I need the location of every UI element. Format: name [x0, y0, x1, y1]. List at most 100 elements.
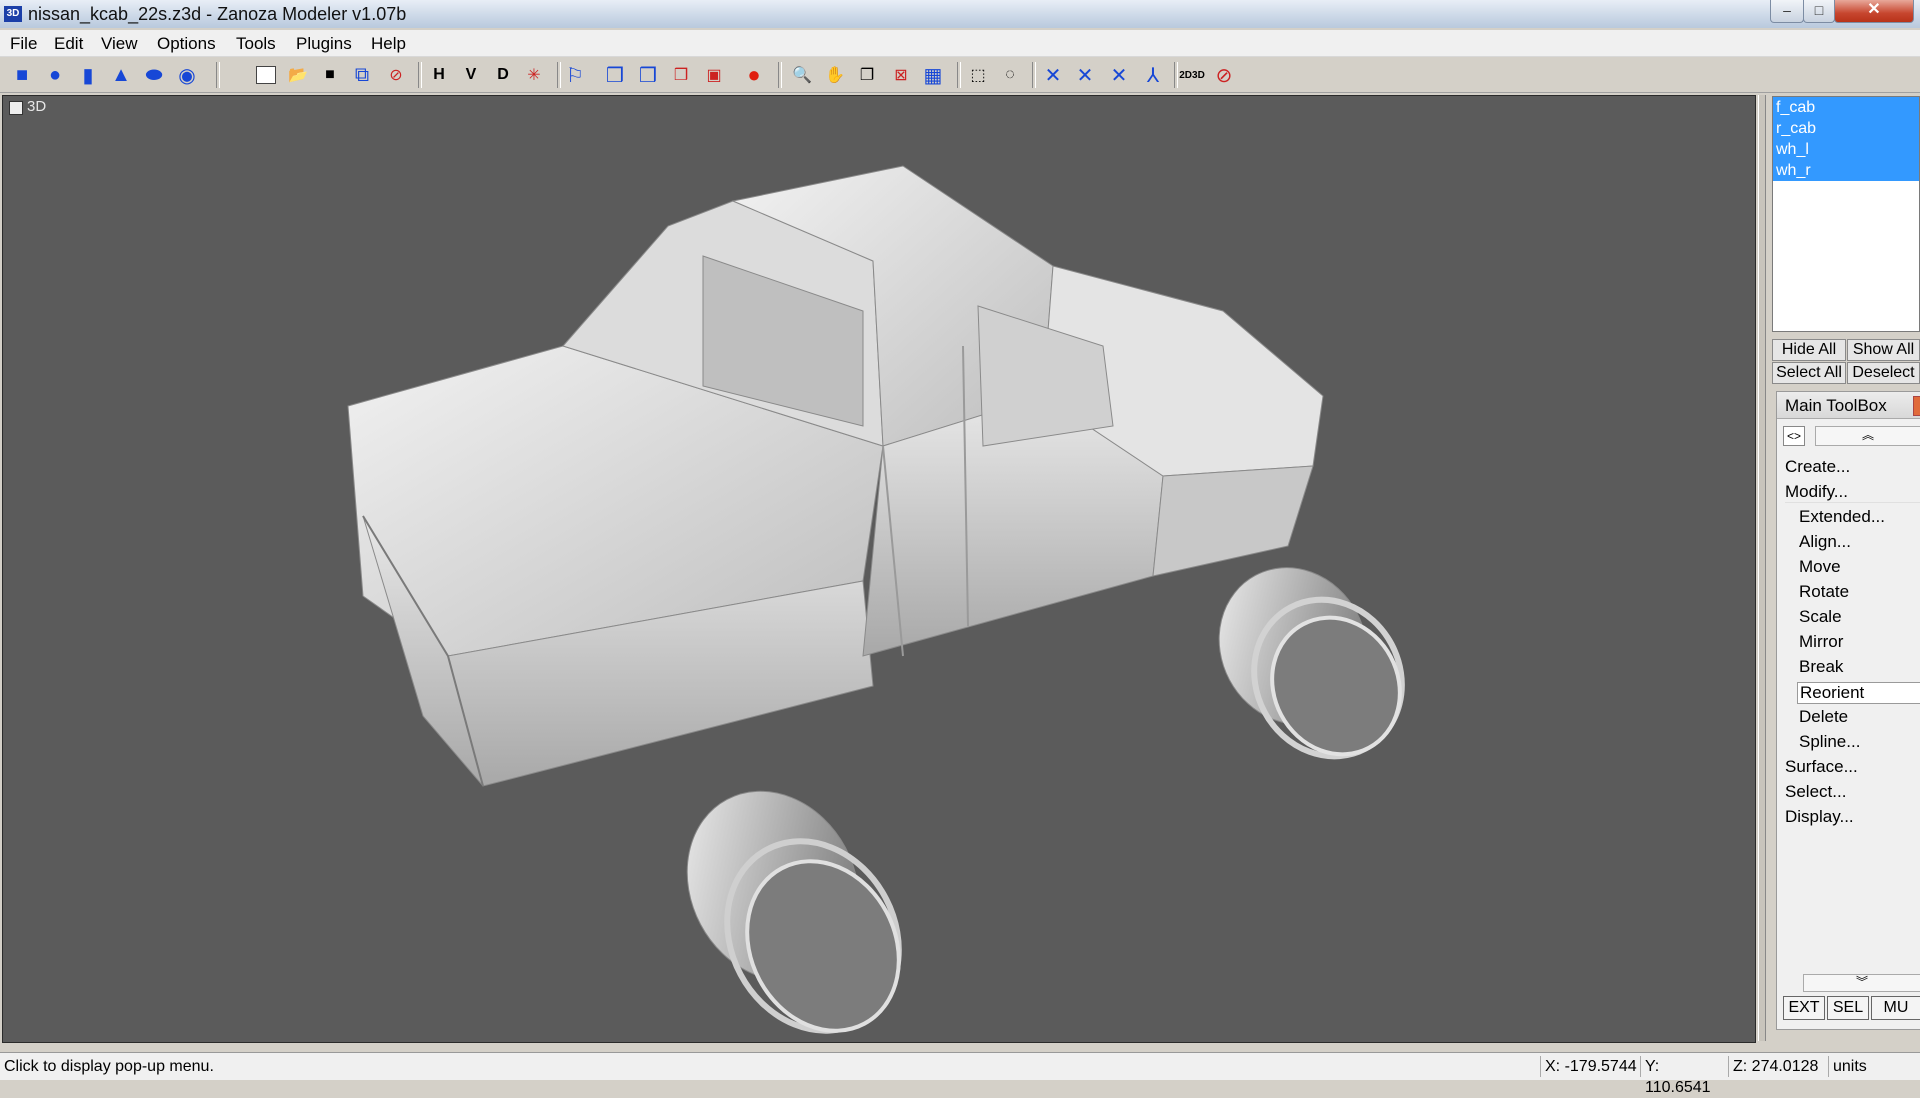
toolbox-surface[interactable]: Surface...: [1785, 757, 1858, 777]
toolbox-modify[interactable]: Modify...: [1785, 482, 1920, 503]
toolbar: ■ ● ▮ ▲ ⬬ ◉ 📂 ■ ⧉ ⊘ H V D ✳ ⚐ ❒ ❒ ❒ ▣ ● …: [0, 58, 1920, 93]
model-scene: [347, 165, 1405, 1034]
toolbox-delete[interactable]: Delete: [1799, 707, 1848, 727]
scroll-up-icon[interactable]: ︽: [1815, 426, 1920, 446]
truck-body: [347, 165, 1324, 787]
close-file-icon[interactable]: ⊘: [384, 63, 408, 87]
app-icon: 3D: [4, 6, 22, 22]
sel-button[interactable]: SEL: [1827, 996, 1869, 1020]
toolbox-create[interactable]: Create...: [1785, 457, 1850, 477]
box-icon[interactable]: ■: [10, 63, 34, 87]
view-front-icon[interactable]: ❒: [603, 63, 627, 87]
mu-button[interactable]: MU: [1871, 996, 1920, 1020]
units-label: units: [1828, 1056, 1919, 1077]
no-icon[interactable]: ⊘: [1212, 63, 1236, 87]
maximize-button[interactable]: □: [1803, 0, 1835, 23]
camera-icon[interactable]: ▦: [921, 63, 945, 87]
show-all-button[interactable]: Show All: [1847, 339, 1920, 361]
toolbox-align[interactable]: Align...: [1799, 532, 1851, 552]
d-button[interactable]: D: [491, 63, 515, 87]
axis-cross-icon[interactable]: ✳: [522, 63, 546, 87]
zoom-icon[interactable]: 🔍: [790, 63, 814, 87]
list-item[interactable]: r_cab: [1773, 118, 1919, 139]
axis-icon[interactable]: ⅄: [1141, 63, 1165, 87]
pan-icon[interactable]: ✋: [823, 63, 847, 87]
list-item[interactable]: f_cab: [1773, 97, 1919, 118]
title-bar: 3D nissan_kcab_22s.z3d - Zanoza Modeler …: [0, 0, 1920, 28]
sphere-icon[interactable]: ●: [43, 63, 67, 87]
toolbox-select[interactable]: Select...: [1785, 782, 1846, 802]
menu-view[interactable]: View: [101, 34, 138, 54]
toolbox-rotate[interactable]: Rotate: [1799, 582, 1849, 602]
front-wheel: [1218, 567, 1405, 760]
y-coordinate: Y: 110.6541: [1640, 1056, 1729, 1096]
select-circle-icon[interactable]: ◌: [998, 63, 1022, 87]
select-region-icon[interactable]: ⬚: [966, 63, 990, 87]
view-cube-icon[interactable]: ❐: [855, 63, 879, 87]
view-side-icon[interactable]: ❒: [636, 63, 660, 87]
toolbar-separator: [1032, 62, 1036, 88]
label-2d3d-icon[interactable]: 2D3D: [1179, 63, 1205, 87]
toolbox-header: Main ToolBox: [1777, 392, 1920, 419]
toolbar-separator: [557, 62, 561, 88]
cone-icon[interactable]: ▲: [109, 63, 133, 87]
z-coordinate: Z: 274.0128: [1728, 1056, 1829, 1077]
toolbox-reorient[interactable]: Reorient: [1797, 682, 1920, 704]
toolbox-title: Main ToolBox: [1785, 396, 1887, 415]
ext-button[interactable]: EXT: [1783, 996, 1825, 1020]
rotate-axis-icon[interactable]: ✕: [1073, 63, 1097, 87]
status-message: Click to display pop-up menu.: [4, 1058, 214, 1075]
open-icon[interactable]: 📂: [286, 63, 310, 87]
menu-tools[interactable]: Tools: [236, 34, 276, 54]
code-icon[interactable]: <>: [1783, 426, 1805, 446]
panel-splitter[interactable]: [1758, 95, 1766, 1041]
toolbar-separator: [216, 62, 220, 88]
menu-help[interactable]: Help: [371, 34, 406, 54]
v-button[interactable]: V: [459, 63, 483, 87]
toolbox-extended[interactable]: Extended...: [1799, 507, 1885, 527]
toolbox-break[interactable]: Break: [1799, 657, 1843, 677]
toolbox-move[interactable]: Move: [1799, 557, 1841, 577]
torus-icon[interactable]: ⬬: [142, 63, 166, 87]
toolbox-display[interactable]: Display...: [1785, 807, 1854, 827]
save-icon[interactable]: ■: [318, 63, 342, 87]
new-icon[interactable]: [254, 63, 278, 87]
h-button[interactable]: H: [427, 63, 451, 87]
tube-icon[interactable]: ◉: [175, 63, 199, 87]
toolbar-separator: [957, 62, 961, 88]
toolbox-tab[interactable]: [1913, 396, 1920, 416]
window-title: nissan_kcab_22s.z3d - Zanoza Modeler v1.…: [28, 4, 407, 24]
minimize-button[interactable]: –: [1770, 0, 1804, 23]
select-all-button[interactable]: Select All: [1772, 362, 1846, 384]
3d-viewport[interactable]: 3D: [2, 95, 1756, 1043]
view-persp-icon[interactable]: ▣: [702, 63, 726, 87]
menu-file[interactable]: File: [10, 34, 37, 54]
toolbar-separator: [418, 62, 422, 88]
move-axis-icon[interactable]: ✕: [1041, 63, 1065, 87]
rotate-view-icon[interactable]: ⊠: [889, 63, 913, 87]
scroll-down-icon[interactable]: ︾: [1803, 974, 1920, 992]
hide-all-button[interactable]: Hide All: [1772, 339, 1846, 361]
main-toolbox: Main ToolBox <> ︽ Create... Modify... Ex…: [1776, 391, 1920, 1030]
render-icon[interactable]: ⚐: [563, 63, 587, 87]
menu-plugins[interactable]: Plugins: [296, 34, 352, 54]
toolbox-scale[interactable]: Scale: [1799, 607, 1842, 627]
save-as-icon[interactable]: ⧉: [350, 63, 374, 87]
cylinder-icon[interactable]: ▮: [76, 63, 100, 87]
deselect-button[interactable]: Deselect: [1847, 362, 1920, 384]
object-list[interactable]: f_cab r_cab wh_l wh_r: [1772, 96, 1920, 332]
list-item[interactable]: wh_l: [1773, 139, 1919, 160]
material-icon[interactable]: ●: [742, 62, 766, 87]
rear-wheel: [686, 790, 902, 1034]
menu-bar: File Edit View Options Tools Plugins Hel…: [0, 30, 1920, 57]
scale-axis-icon[interactable]: ✕: [1107, 63, 1131, 87]
menu-options[interactable]: Options: [157, 34, 216, 54]
list-item[interactable]: wh_r: [1773, 160, 1919, 181]
close-button[interactable]: ✕: [1834, 0, 1914, 23]
view-top-icon[interactable]: ❒: [669, 63, 693, 87]
toolbox-mirror[interactable]: Mirror: [1799, 632, 1843, 652]
status-bar: Click to display pop-up menu. X: -179.57…: [0, 1052, 1920, 1096]
toolbox-spline[interactable]: Spline...: [1799, 732, 1860, 752]
menu-edit[interactable]: Edit: [54, 34, 83, 54]
toolbar-separator: [778, 62, 782, 88]
